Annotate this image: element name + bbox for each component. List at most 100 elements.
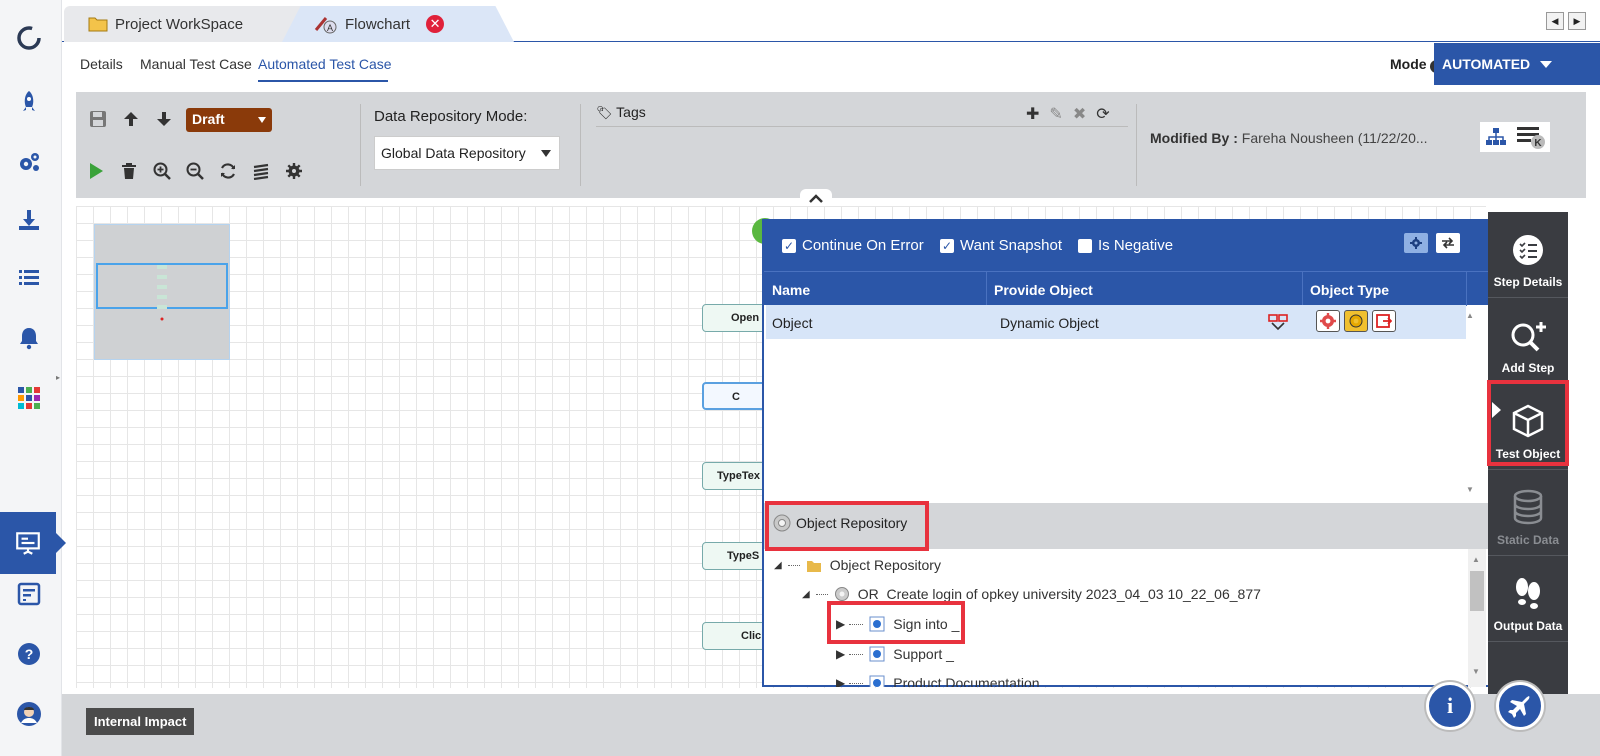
- settings-gear-icon[interactable]: [284, 161, 304, 181]
- table-row[interactable]: Object Dynamic Object: [766, 305, 1466, 339]
- remove-tag-icon[interactable]: ✖: [1073, 104, 1086, 124]
- scroll-up-icon[interactable]: ▲: [1466, 311, 1474, 320]
- rail-expand-arrow-icon[interactable]: ▸: [56, 373, 60, 382]
- static-data-button[interactable]: Static Data: [1488, 470, 1568, 556]
- tree-expand-icon[interactable]: ▶: [836, 647, 845, 661]
- column-header-provide-object[interactable]: Provide Object: [994, 282, 1093, 298]
- scroll-left-icon[interactable]: ◀: [1546, 12, 1564, 30]
- add-step-button[interactable]: Add Step: [1488, 298, 1568, 384]
- flowchart-tools-icon: A: [314, 17, 337, 34]
- user-avatar-icon[interactable]: [13, 698, 45, 730]
- list-icon[interactable]: [13, 262, 45, 294]
- tree-node-root[interactable]: ◢ Object Repository: [774, 557, 941, 573]
- column-header-name[interactable]: Name: [772, 282, 810, 298]
- row-name-cell: Object: [772, 315, 813, 331]
- tree-connector: [787, 564, 800, 566]
- report-icon[interactable]: [13, 578, 45, 610]
- rocket-icon[interactable]: [13, 86, 45, 118]
- refresh-icon[interactable]: [218, 161, 238, 181]
- swap-arrows-icon[interactable]: [1436, 233, 1460, 253]
- scroll-right-icon[interactable]: ▶: [1568, 12, 1586, 30]
- scroll-down-icon[interactable]: ▼: [1472, 667, 1480, 676]
- canvas-minimap[interactable]: [94, 224, 230, 360]
- mode-dropdown[interactable]: AUTOMATED: [1434, 43, 1600, 85]
- output-data-button[interactable]: Output Data: [1488, 556, 1568, 642]
- dynamic-object-icon[interactable]: [1268, 313, 1288, 331]
- tree-node-support[interactable]: ▶ Support _: [836, 646, 954, 662]
- hierarchy-icon[interactable]: [1485, 127, 1507, 147]
- tree-node-or[interactable]: ◢ OR_Create login of opkey university 20…: [802, 586, 1261, 602]
- zoom-in-icon[interactable]: [152, 161, 172, 181]
- column-header-object-type[interactable]: Object Type: [1310, 282, 1389, 298]
- subtab-automated-test-case[interactable]: Automated Test Case: [258, 56, 392, 72]
- scroll-thumb[interactable]: [1470, 571, 1484, 611]
- folder-icon: [806, 561, 821, 572]
- folder-icon: [88, 17, 108, 32]
- tab-close-icon[interactable]: ✕: [426, 15, 445, 33]
- continue-on-error-checkbox[interactable]: ✓ Continue On Error: [782, 237, 924, 254]
- want-snapshot-checkbox[interactable]: ✓ Want Snapshot: [940, 237, 1062, 254]
- chevron-down-icon: [541, 150, 551, 157]
- gears-icon[interactable]: [13, 146, 45, 178]
- run-play-icon[interactable]: [86, 161, 106, 181]
- tab-flowchart[interactable]: A Flowchart ✕: [282, 6, 514, 42]
- presentation-board-icon[interactable]: [0, 512, 66, 574]
- tree-scrollbar[interactable]: ▲ ▼: [1468, 549, 1486, 687]
- tree-node-product-documentation[interactable]: ▶ Product Documentation: [836, 675, 1040, 687]
- data-repository-mode-dropdown[interactable]: Global Data Repository: [374, 136, 560, 170]
- panel-options-bar: ✓ Continue On Error ✓ Want Snapshot Is N…: [764, 221, 1488, 271]
- subtab-details[interactable]: Details: [80, 56, 123, 72]
- airplane-fab-button[interactable]: [1496, 682, 1544, 730]
- is-negative-checkbox[interactable]: Is Negative: [1078, 237, 1173, 254]
- app-logo-icon[interactable]: [13, 22, 45, 54]
- refresh-tags-icon[interactable]: ⟳: [1096, 104, 1109, 124]
- tree-expand-icon[interactable]: ▶: [836, 676, 845, 687]
- checkbox-checked-icon: ✓: [782, 238, 796, 253]
- grid-scrollbar[interactable]: ▲ ▼: [1464, 305, 1478, 501]
- object-type-icons: [1316, 310, 1396, 332]
- tags-divider: [596, 126, 1128, 127]
- status-dropdown[interactable]: Draft: [186, 108, 272, 132]
- tree-collapse-icon[interactable]: ◢: [802, 589, 810, 600]
- tags-label-text: Tags: [616, 104, 646, 120]
- object-grid-header: Name Provide Object Object Type: [764, 271, 1488, 306]
- subtab-manual-test-case[interactable]: Manual Test Case: [140, 56, 252, 72]
- help-icon[interactable]: ?: [13, 638, 45, 670]
- tree-collapse-icon[interactable]: ◢: [774, 560, 782, 571]
- svg-text:?: ?: [25, 646, 34, 662]
- object-type-selected-gear-icon[interactable]: [1344, 310, 1368, 332]
- add-tag-icon[interactable]: ✚: [1026, 104, 1039, 124]
- save-icon[interactable]: [88, 109, 108, 129]
- checklist-icon: [1513, 235, 1543, 265]
- object-type-export-icon[interactable]: [1372, 310, 1396, 332]
- download-icon[interactable]: [13, 204, 45, 236]
- edit-tag-icon[interactable]: ✎: [1049, 104, 1062, 124]
- panel-settings-icon[interactable]: [1404, 233, 1428, 253]
- collapse-toolbar-icon[interactable]: [800, 189, 832, 207]
- internal-impact-button[interactable]: Internal Impact: [86, 708, 195, 735]
- add-step-label: Add Step: [1501, 361, 1555, 375]
- checkbox-checked-icon: ✓: [940, 238, 954, 253]
- scroll-down-icon[interactable]: ▼: [1466, 485, 1474, 494]
- toolbar-divider: [580, 104, 581, 186]
- move-down-icon[interactable]: [154, 109, 174, 129]
- continue-on-error-label: Continue On Error: [802, 237, 924, 254]
- scroll-up-icon[interactable]: ▲: [1472, 555, 1480, 564]
- layers-icon[interactable]: [251, 161, 271, 181]
- static-data-label: Static Data: [1496, 533, 1560, 547]
- object-type-gear-icon[interactable]: [1316, 310, 1340, 332]
- tree-connector: [849, 653, 864, 655]
- test-case-subtabs: Details Manual Test Case Automated Test …: [62, 42, 1600, 88]
- apps-grid-icon[interactable]: [13, 382, 45, 414]
- checkbox-unchecked-icon: [1078, 238, 1092, 253]
- info-fab-button[interactable]: i: [1426, 682, 1474, 730]
- zoom-out-icon[interactable]: [185, 161, 205, 181]
- bell-icon[interactable]: [13, 322, 45, 354]
- toolbar-divider: [1136, 104, 1137, 186]
- step-details-button[interactable]: Step Details: [1488, 212, 1568, 298]
- delete-trash-icon[interactable]: [119, 161, 139, 181]
- bottom-status-bar: Internal Impact: [62, 694, 1600, 756]
- row-provide-object-cell[interactable]: Dynamic Object: [1000, 315, 1099, 331]
- keyword-list-icon[interactable]: K: [1516, 125, 1546, 149]
- move-up-icon[interactable]: [121, 109, 141, 129]
